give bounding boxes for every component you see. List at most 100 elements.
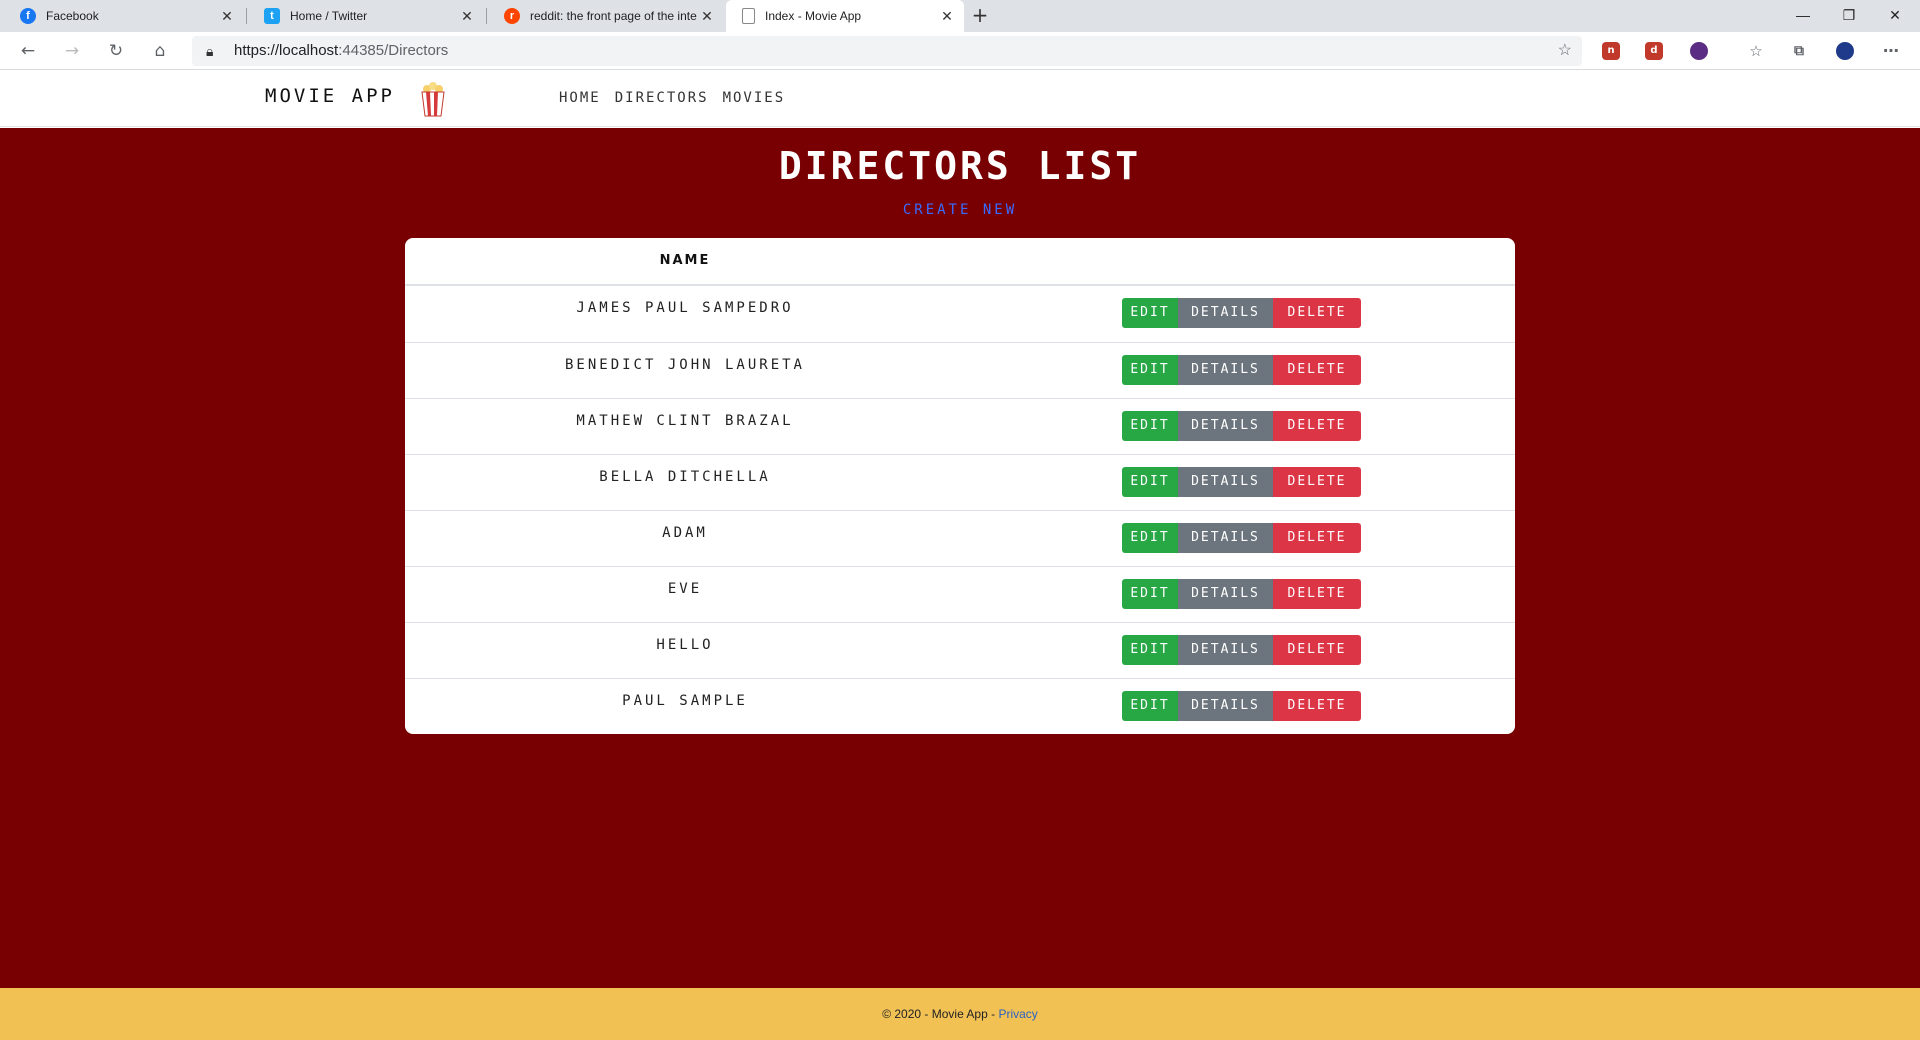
- close-icon[interactable]: ✕: [938, 8, 956, 25]
- restore-button[interactable]: ❐: [1826, 0, 1872, 32]
- page-icon: [742, 8, 755, 24]
- details-button[interactable]: DETAILS: [1178, 467, 1273, 497]
- close-icon[interactable]: ✕: [218, 8, 236, 25]
- tab-title: reddit: the front page of the inte: [530, 9, 697, 23]
- row-actions: EDIT DETAILS DELETE: [1122, 635, 1361, 665]
- close-icon[interactable]: ✕: [698, 8, 716, 25]
- browser-toolbar: ← → ↻ ⌂ 🔒︎ https://localhost:44385/Direc…: [0, 32, 1920, 70]
- table-row: PAUL SAMPLE EDIT DETAILS DELETE: [405, 678, 1515, 734]
- table-row: BENEDICT JOHN LAURETA EDIT DETAILS DELETE: [405, 342, 1515, 398]
- tab-title: Index - Movie App: [765, 9, 862, 23]
- minimize-button[interactable]: —: [1780, 0, 1826, 32]
- edit-button[interactable]: EDIT: [1122, 579, 1178, 609]
- browser-tab-bar: f Facebook ✕ t Home / Twitter ✕ r reddit…: [0, 0, 1920, 32]
- details-button[interactable]: DETAILS: [1178, 355, 1273, 385]
- extension-icon[interactable]: d: [1645, 42, 1663, 60]
- edit-button[interactable]: EDIT: [1122, 691, 1178, 721]
- url-host: https://localhost: [234, 42, 339, 59]
- details-button[interactable]: DETAILS: [1178, 411, 1273, 441]
- table-row: JAMES PAUL SAMPEDRO EDIT DETAILS DELETE: [405, 286, 1515, 342]
- tab-title: Facebook: [46, 9, 99, 23]
- address-bar[interactable]: 🔒︎ https://localhost:44385/Directors ☆: [192, 36, 1582, 66]
- edit-button[interactable]: EDIT: [1122, 523, 1178, 553]
- footer: © 2020 - Movie App - Privacy: [0, 988, 1920, 1040]
- collections-icon[interactable]: ⧉: [1790, 42, 1808, 60]
- directors-table: NAME JAMES PAUL SAMPEDRO EDIT DETAILS DELET…: [405, 238, 1515, 734]
- favorite-star-icon[interactable]: ☆: [1558, 36, 1572, 66]
- lock-icon: 🔒︎: [206, 43, 214, 59]
- extension-icon[interactable]: n: [1602, 42, 1620, 60]
- row-actions: EDIT DETAILS DELETE: [1122, 579, 1361, 609]
- delete-button[interactable]: DELETE: [1273, 467, 1361, 497]
- twitter-icon: t: [264, 8, 280, 24]
- director-name: EVE: [667, 581, 703, 597]
- row-actions: EDIT DETAILS DELETE: [1122, 298, 1361, 328]
- profile-icon[interactable]: [1836, 42, 1854, 60]
- table-row: EVE EDIT DETAILS DELETE: [405, 566, 1515, 622]
- site-nav-links: HOME DIRECTORS MOVIES: [559, 90, 785, 106]
- director-name: HELLO: [656, 637, 714, 653]
- delete-button[interactable]: DELETE: [1273, 411, 1361, 441]
- delete-button[interactable]: DELETE: [1273, 635, 1361, 665]
- extension-icon[interactable]: [1690, 42, 1708, 60]
- director-name: PAUL SAMPLE: [622, 693, 748, 709]
- details-button[interactable]: DETAILS: [1178, 579, 1273, 609]
- nav-directors[interactable]: DIRECTORS: [615, 90, 709, 106]
- nav-movies[interactable]: MOVIES: [723, 90, 786, 106]
- home-icon[interactable]: ⌂: [146, 38, 174, 64]
- details-button[interactable]: DETAILS: [1178, 523, 1273, 553]
- row-actions: EDIT DETAILS DELETE: [1122, 355, 1361, 385]
- tab-title: Home / Twitter: [290, 9, 368, 23]
- footer-text: © 2020 - Movie App -: [882, 1007, 999, 1021]
- main-content: DIRECTORS LIST CREATE NEW NAME JAMES PAU…: [0, 128, 1920, 988]
- delete-button[interactable]: DELETE: [1273, 298, 1361, 328]
- director-name: MATHEW CLINT BRAZAL: [576, 413, 794, 429]
- close-window-button[interactable]: ✕: [1872, 0, 1918, 32]
- director-name: BENEDICT JOHN LAURETA: [564, 357, 805, 373]
- table-header: NAME: [405, 238, 1515, 286]
- table-row: ADAM EDIT DETAILS DELETE: [405, 510, 1515, 566]
- favorites-icon[interactable]: ☆: [1747, 42, 1765, 60]
- tab-facebook[interactable]: f Facebook ✕: [4, 0, 244, 32]
- close-icon[interactable]: ✕: [458, 8, 476, 25]
- new-tab-button[interactable]: +: [968, 4, 992, 28]
- tab-twitter[interactable]: t Home / Twitter ✕: [248, 0, 484, 32]
- column-header-name: NAME: [659, 253, 711, 268]
- row-actions: EDIT DETAILS DELETE: [1122, 691, 1361, 721]
- refresh-icon[interactable]: ↻: [102, 38, 130, 64]
- brand-logo-text[interactable]: MOVIE APP: [265, 85, 395, 107]
- details-button[interactable]: DETAILS: [1178, 691, 1273, 721]
- director-name: JAMES PAUL SAMPEDRO: [576, 300, 794, 316]
- edit-button[interactable]: EDIT: [1122, 635, 1178, 665]
- page-title: DIRECTORS LIST: [778, 144, 1142, 188]
- site-navbar: MOVIE APP HOME DIRECTORS MOVIES: [0, 71, 1920, 127]
- row-actions: EDIT DETAILS DELETE: [1122, 523, 1361, 553]
- facebook-icon: f: [20, 8, 36, 24]
- director-name: ADAM: [662, 525, 708, 541]
- edit-button[interactable]: EDIT: [1122, 298, 1178, 328]
- nav-home[interactable]: HOME: [559, 90, 601, 106]
- details-button[interactable]: DETAILS: [1178, 635, 1273, 665]
- edit-button[interactable]: EDIT: [1122, 355, 1178, 385]
- edit-button[interactable]: EDIT: [1122, 467, 1178, 497]
- reddit-icon: r: [504, 8, 520, 24]
- privacy-link[interactable]: Privacy: [998, 1007, 1037, 1021]
- delete-button[interactable]: DELETE: [1273, 691, 1361, 721]
- table-body: JAMES PAUL SAMPEDRO EDIT DETAILS DELETE BENE…: [405, 286, 1515, 734]
- forward-icon[interactable]: →: [58, 38, 86, 64]
- row-actions: EDIT DETAILS DELETE: [1122, 411, 1361, 441]
- more-icon[interactable]: ⋯: [1882, 42, 1900, 60]
- delete-button[interactable]: DELETE: [1273, 579, 1361, 609]
- table-row: HELLO EDIT DETAILS DELETE: [405, 622, 1515, 678]
- delete-button[interactable]: DELETE: [1273, 355, 1361, 385]
- tab-reddit[interactable]: r reddit: the front page of the inte ✕: [488, 0, 724, 32]
- table-row: MATHEW CLINT BRAZAL EDIT DETAILS DELETE: [405, 398, 1515, 454]
- tab-movie-app[interactable]: Index - Movie App ✕: [726, 0, 964, 32]
- back-icon[interactable]: ←: [14, 38, 42, 64]
- details-button[interactable]: DETAILS: [1178, 298, 1273, 328]
- edit-button[interactable]: EDIT: [1122, 411, 1178, 441]
- row-actions: EDIT DETAILS DELETE: [1122, 467, 1361, 497]
- create-new-link[interactable]: CREATE NEW: [0, 202, 1920, 218]
- delete-button[interactable]: DELETE: [1273, 523, 1361, 553]
- popcorn-icon: [421, 82, 445, 117]
